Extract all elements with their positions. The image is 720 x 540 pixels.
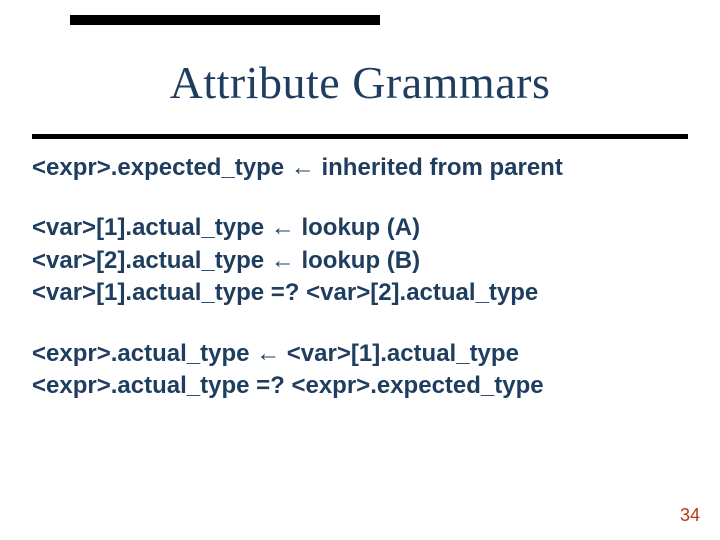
rule-line: <var>[2].actual_type ← lookup (B) — [32, 245, 688, 277]
rule-line: <expr>.expected_type ← inherited from pa… — [32, 152, 688, 184]
rule-line: <var>[1].actual_type ← lookup (A) — [32, 212, 688, 244]
rule-line: <expr>.actual_type =? <expr>.expected_ty… — [32, 370, 688, 402]
rule-line: <var>[1].actual_type =? <var>[2].actual_… — [32, 277, 688, 309]
paragraph-2: <var>[1].actual_type ← lookup (A) <var>[… — [32, 212, 688, 309]
paragraph-1: <expr>.expected_type ← inherited from pa… — [32, 152, 688, 184]
page-number: 34 — [680, 505, 700, 526]
rule-line: <expr>.actual_type ← <var>[1].actual_typ… — [32, 338, 688, 370]
slide: Attribute Grammars <expr>.expected_type … — [0, 0, 720, 540]
top-divider — [70, 15, 380, 25]
paragraph-3: <expr>.actual_type ← <var>[1].actual_typ… — [32, 338, 688, 403]
body-content: <expr>.expected_type ← inherited from pa… — [32, 152, 688, 430]
title-underline — [32, 134, 688, 139]
slide-title: Attribute Grammars — [0, 56, 720, 109]
